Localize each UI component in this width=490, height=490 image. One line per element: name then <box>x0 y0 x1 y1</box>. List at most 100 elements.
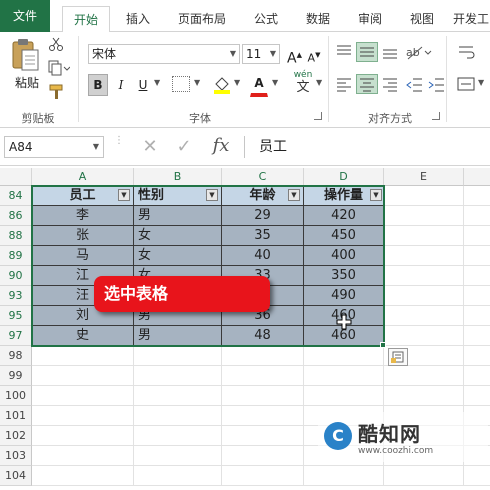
copy-icon[interactable] <box>48 60 71 76</box>
underline-dropdown-icon[interactable]: ▼ <box>154 78 160 87</box>
row-header[interactable]: 84 <box>0 186 32 206</box>
table-cell[interactable]: 40 <box>222 246 304 266</box>
paste-icon[interactable] <box>8 38 42 78</box>
cancel-icon[interactable]: ✕ <box>138 136 162 158</box>
table-cell[interactable]: 女 <box>134 246 222 266</box>
quick-analysis-icon[interactable] <box>388 348 408 366</box>
column-header-b[interactable]: B <box>134 168 222 186</box>
table-cell[interactable]: 490 <box>304 286 384 306</box>
phonetic-button[interactable]: wén 文 <box>292 70 314 95</box>
formula-input[interactable]: 员工 <box>244 136 490 158</box>
table-header-cell[interactable]: 员工 ▼ <box>32 186 134 206</box>
column-header-f[interactable] <box>464 168 490 186</box>
align-right-icon[interactable] <box>380 74 400 94</box>
row-header[interactable]: 89 <box>0 246 32 266</box>
table-cell[interactable]: 史 <box>32 326 134 346</box>
column-header-c[interactable]: C <box>222 168 304 186</box>
filter-dropdown-icon[interactable]: ▼ <box>288 189 300 201</box>
row-header[interactable]: 95 <box>0 306 32 326</box>
tab-insert[interactable]: 插入 <box>118 6 158 32</box>
column-header-d[interactable]: D <box>304 168 384 186</box>
font-dialog-launcher-icon[interactable] <box>314 112 322 120</box>
tab-file[interactable]: 文件 <box>0 0 50 32</box>
cut-icon[interactable] <box>48 36 64 52</box>
table-header-cell[interactable]: 性别 ▼ <box>134 186 222 206</box>
alignment-dialog-launcher-icon[interactable] <box>432 112 440 120</box>
format-painter-icon[interactable] <box>48 84 66 100</box>
table-cell[interactable]: 29 <box>222 206 304 226</box>
shrink-font-button[interactable]: A▼ <box>306 44 322 70</box>
tab-developer[interactable]: 开发工 <box>452 6 490 32</box>
row-header[interactable]: 97 <box>0 326 32 346</box>
table-cell[interactable]: 张 <box>32 226 134 246</box>
row-header[interactable]: 100 <box>0 386 32 406</box>
align-top-icon[interactable] <box>334 42 354 62</box>
empty-cells[interactable] <box>384 186 490 346</box>
align-middle-icon[interactable] <box>356 42 378 62</box>
underline-button[interactable]: U <box>134 74 152 96</box>
tab-review[interactable]: 审阅 <box>350 6 390 32</box>
borders-icon[interactable] <box>172 76 190 92</box>
fill-color-dropdown-icon[interactable]: ▼ <box>234 78 240 87</box>
table-header-cell[interactable]: 操作量 ▼ <box>304 186 384 206</box>
table-cell[interactable]: 48 <box>222 326 304 346</box>
filter-dropdown-icon[interactable]: ▼ <box>118 189 130 201</box>
table-cell[interactable]: 35 <box>222 226 304 246</box>
merge-dropdown-icon[interactable]: ▼ <box>478 78 484 87</box>
align-center-icon[interactable] <box>356 74 378 94</box>
row-header[interactable]: 102 <box>0 426 32 446</box>
table-cell[interactable]: 350 <box>304 266 384 286</box>
font-size-combo[interactable]: 11 ▼ <box>242 44 280 64</box>
tab-view[interactable]: 视图 <box>402 6 442 32</box>
increase-indent-icon[interactable] <box>426 74 446 94</box>
tab-home[interactable]: 开始 <box>62 6 110 33</box>
tab-data[interactable]: 数据 <box>298 6 338 32</box>
column-header-a[interactable]: A <box>32 168 134 186</box>
borders-dropdown-icon[interactable]: ▼ <box>194 78 200 87</box>
insert-function-button[interactable]: fx <box>206 134 236 158</box>
column-header-e[interactable]: E <box>384 168 464 186</box>
table-cell[interactable]: 男 <box>134 206 222 226</box>
tab-page-layout[interactable]: 页面布局 <box>170 6 234 32</box>
row-header[interactable]: 88 <box>0 226 32 246</box>
align-bottom-icon[interactable] <box>380 42 400 62</box>
row-header[interactable]: 93 <box>0 286 32 306</box>
table-cell[interactable]: 李 <box>32 206 134 226</box>
font-name-combo[interactable]: 宋体 ▼ <box>88 44 240 64</box>
merge-center-icon[interactable] <box>456 74 476 94</box>
ribbon-separator <box>78 36 79 122</box>
italic-button[interactable]: I <box>112 74 130 96</box>
paste-button[interactable]: 粘贴 <box>10 74 44 91</box>
align-left-icon[interactable] <box>334 74 354 94</box>
table-cell[interactable]: 450 <box>304 226 384 246</box>
wrap-text-icon[interactable] <box>456 42 476 62</box>
orientation-icon[interactable]: ab <box>404 42 432 62</box>
table-cell[interactable]: 女 <box>134 226 222 246</box>
filter-dropdown-icon[interactable]: ▼ <box>206 189 218 201</box>
row-header[interactable]: 90 <box>0 266 32 286</box>
row-header[interactable]: 98 <box>0 346 32 366</box>
fill-color-icon[interactable] <box>212 74 232 94</box>
fill-handle[interactable] <box>380 342 386 348</box>
select-all-corner[interactable] <box>0 168 32 186</box>
phonetic-dropdown-icon[interactable]: ▼ <box>316 78 322 87</box>
font-color-button[interactable]: A <box>250 72 268 97</box>
enter-icon[interactable]: ✓ <box>172 136 196 158</box>
row-header[interactable]: 86 <box>0 206 32 226</box>
tab-formulas[interactable]: 公式 <box>246 6 286 32</box>
table-cell[interactable]: 420 <box>304 206 384 226</box>
bold-button[interactable]: B <box>88 74 108 96</box>
grow-font-button[interactable]: A▲ <box>286 44 302 70</box>
row-header[interactable]: 99 <box>0 366 32 386</box>
row-header[interactable]: 104 <box>0 466 32 486</box>
font-color-dropdown-icon[interactable]: ▼ <box>272 78 278 87</box>
table-cell[interactable]: 400 <box>304 246 384 266</box>
decrease-indent-icon[interactable] <box>404 74 424 94</box>
table-cell[interactable]: 马 <box>32 246 134 266</box>
table-header-cell[interactable]: 年龄 ▼ <box>222 186 304 206</box>
row-header[interactable]: 101 <box>0 406 32 426</box>
table-cell[interactable]: 男 <box>134 326 222 346</box>
row-header[interactable]: 103 <box>0 446 32 466</box>
name-box[interactable]: A84 ▼ <box>4 136 104 158</box>
filter-applied-icon[interactable]: ▼ <box>370 189 382 201</box>
